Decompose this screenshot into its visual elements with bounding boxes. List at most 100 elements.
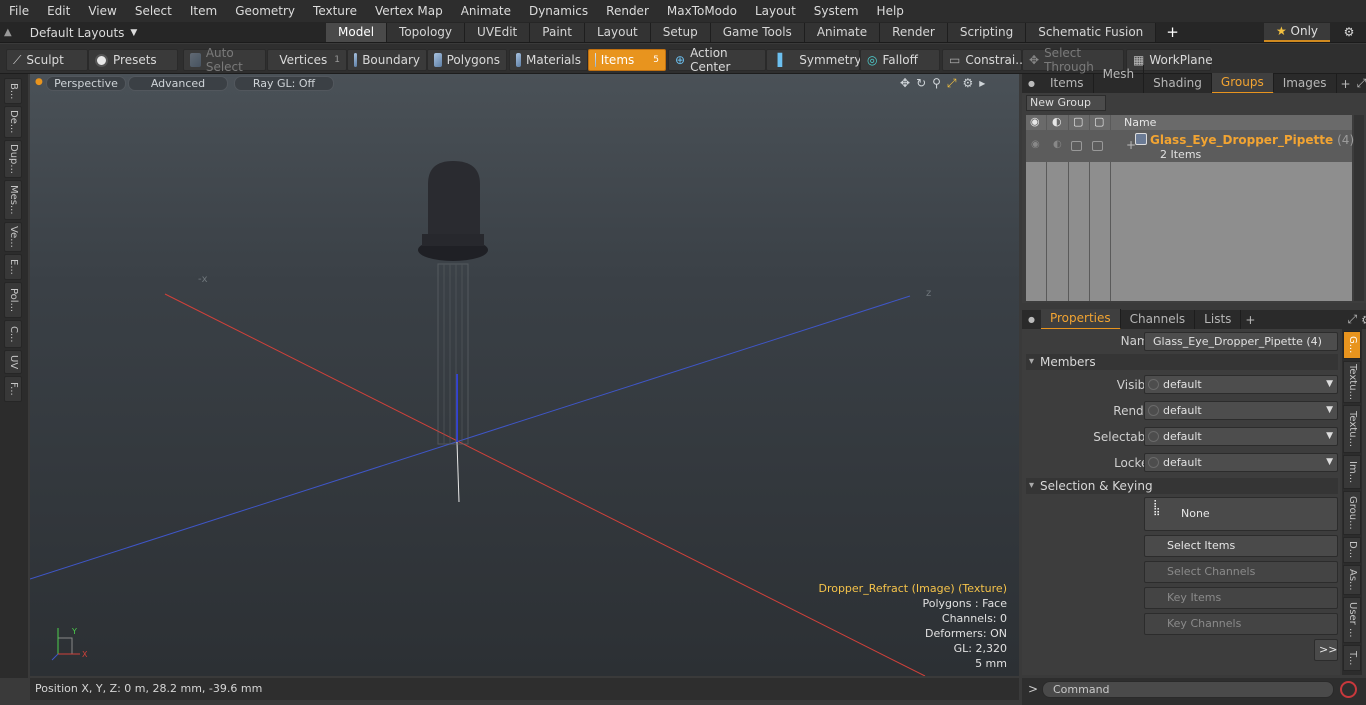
select-channels-button[interactable]: Select Channels bbox=[1144, 561, 1338, 583]
tab-paint[interactable]: Paint bbox=[530, 23, 585, 42]
row-lock-checkbox[interactable] bbox=[1071, 141, 1082, 151]
panel-menu-dot-icon[interactable]: ● bbox=[1022, 79, 1041, 88]
vtab-textu-1[interactable]: Textu... bbox=[1343, 361, 1361, 403]
only-toggle-button[interactable]: ★ Only bbox=[1264, 23, 1330, 42]
menu-animate[interactable]: Animate bbox=[452, 0, 520, 22]
tab-game-tools[interactable]: Game Tools bbox=[710, 23, 805, 42]
more-button[interactable]: >> bbox=[1314, 639, 1338, 661]
tab-setup[interactable]: Setup bbox=[650, 23, 711, 42]
add-panel-tab-icon[interactable]: + bbox=[1337, 77, 1355, 91]
vtab-g[interactable]: G... bbox=[1343, 331, 1361, 359]
command-input[interactable]: Command bbox=[1042, 681, 1334, 698]
menu-item[interactable]: Item bbox=[181, 0, 226, 22]
props-gear-icon[interactable]: ⚙ bbox=[1357, 313, 1366, 327]
falloff-button[interactable]: ◎ Falloff bbox=[860, 49, 940, 71]
select-items-button[interactable]: Select Items bbox=[1144, 535, 1338, 557]
menu-select[interactable]: Select bbox=[126, 0, 181, 22]
tab-groups[interactable]: Groups bbox=[1211, 73, 1274, 94]
presets-button[interactable]: Presets bbox=[88, 49, 178, 71]
left-tab-mes[interactable]: Mes... bbox=[4, 180, 22, 220]
symmetry-button[interactable]: ▐ Symmetry bbox=[766, 49, 861, 71]
layout-selector[interactable]: ▲ Default Layouts ▼ bbox=[4, 24, 137, 41]
render-icon[interactable]: ◐ bbox=[1052, 115, 1062, 128]
menu-geometry[interactable]: Geometry bbox=[226, 0, 304, 22]
menu-view[interactable]: View bbox=[79, 0, 125, 22]
action-center-button[interactable]: ⊕ Action Center bbox=[668, 46, 766, 74]
vtab-im[interactable]: Im... bbox=[1343, 455, 1361, 489]
advanced-button[interactable]: Advanced bbox=[128, 76, 228, 91]
members-section[interactable]: Members bbox=[1026, 354, 1338, 370]
menu-layout[interactable]: Layout bbox=[746, 0, 805, 22]
left-tab-ve[interactable]: Ve... bbox=[4, 222, 22, 252]
left-tab-de[interactable]: De... bbox=[4, 106, 22, 138]
new-group-button[interactable]: New Group bbox=[1026, 95, 1106, 111]
name-column-header[interactable]: Name bbox=[1124, 116, 1156, 129]
raygl-button[interactable]: Ray GL: Off bbox=[234, 76, 334, 91]
3d-viewport[interactable]: -x z ● Perspective Advanced Ray GL: Off … bbox=[30, 74, 1019, 676]
menu-edit[interactable]: Edit bbox=[38, 0, 79, 22]
visible-select[interactable]: default ▼ bbox=[1144, 375, 1338, 394]
vertices-button[interactable]: Vertices 1 bbox=[267, 49, 347, 71]
row-select-checkbox[interactable] bbox=[1092, 141, 1103, 151]
left-tab-c[interactable]: C... bbox=[4, 320, 22, 348]
left-tab-dup[interactable]: Dup... bbox=[4, 140, 22, 178]
tab-images[interactable]: Images bbox=[1274, 74, 1337, 93]
eye-icon[interactable]: ◉ bbox=[1030, 115, 1040, 128]
left-tab-b[interactable]: B... bbox=[4, 78, 22, 104]
add-props-tab-icon[interactable]: + bbox=[1241, 313, 1259, 327]
tab-properties[interactable]: Properties bbox=[1040, 309, 1121, 330]
left-tab-pol[interactable]: Pol... bbox=[4, 282, 22, 318]
menu-dynamics[interactable]: Dynamics bbox=[520, 0, 597, 22]
materials-button[interactable]: Materials bbox=[509, 49, 588, 71]
none-button[interactable]: ⠇ ⠿ None bbox=[1144, 497, 1338, 531]
row-render-icon[interactable]: ◐ bbox=[1053, 139, 1062, 150]
rotate-view-icon[interactable]: ↻ bbox=[916, 76, 926, 91]
name-field[interactable]: Glass_Eye_Dropper_Pipette (4) bbox=[1144, 332, 1338, 351]
lock-icon[interactable]: ▢ bbox=[1073, 115, 1083, 128]
polygons-button[interactable]: Polygons bbox=[427, 49, 507, 71]
left-tab-f[interactable]: F... bbox=[4, 376, 22, 402]
left-tab-uv[interactable]: UV bbox=[4, 350, 22, 374]
tab-animate[interactable]: Animate bbox=[804, 23, 881, 42]
fit-view-icon[interactable]: ⤢ bbox=[947, 76, 957, 91]
tab-schematic-fusion[interactable]: Schematic Fusion bbox=[1026, 23, 1157, 42]
viewport-expand-icon[interactable]: ▸ bbox=[979, 76, 985, 91]
vtab-t[interactable]: T... bbox=[1343, 645, 1361, 671]
key-items-button[interactable]: Key Items bbox=[1144, 587, 1338, 609]
props-menu-dot-icon[interactable]: ● bbox=[1022, 315, 1041, 324]
viewport-menu-dot-icon[interactable]: ● bbox=[35, 77, 43, 87]
row-visibility-icon[interactable]: ◉ bbox=[1031, 139, 1040, 150]
selection-keying-section[interactable]: Selection & Keying bbox=[1026, 478, 1338, 494]
render-select[interactable]: default ▼ bbox=[1144, 401, 1338, 420]
items-button[interactable]: Items 5 bbox=[588, 49, 666, 71]
menu-system[interactable]: System bbox=[805, 0, 868, 22]
key-channels-button[interactable]: Key Channels bbox=[1144, 613, 1338, 635]
selectable-select[interactable]: default ▼ bbox=[1144, 427, 1338, 446]
perspective-button[interactable]: Perspective bbox=[46, 76, 126, 91]
add-tab-plus-icon[interactable]: + bbox=[1156, 23, 1189, 42]
left-tab-e[interactable]: E... bbox=[4, 254, 22, 280]
vtab-grou[interactable]: Grou... bbox=[1343, 491, 1361, 535]
menu-vertex-map[interactable]: Vertex Map bbox=[366, 0, 452, 22]
constraints-button[interactable]: ▭ Constrai... bbox=[942, 49, 1027, 71]
zoom-view-icon[interactable]: ⚲ bbox=[932, 76, 941, 91]
vtab-user[interactable]: User ... bbox=[1343, 597, 1361, 643]
sculpt-button[interactable]: ⟋ Sculpt bbox=[6, 49, 88, 71]
tab-model[interactable]: Model bbox=[326, 23, 388, 42]
vtab-as[interactable]: As... bbox=[1343, 565, 1361, 595]
menu-file[interactable]: File bbox=[0, 0, 38, 22]
tab-shading[interactable]: Shading bbox=[1144, 74, 1212, 93]
tab-scripting[interactable]: Scripting bbox=[947, 23, 1027, 42]
group-name[interactable]: Glass_Eye_Dropper_Pipette (4) bbox=[1150, 133, 1354, 147]
tab-uvedit[interactable]: UVEdit bbox=[465, 23, 531, 42]
group-row[interactable]: ◉ ◐ + Glass_Eye_Dropper_Pipette (4) 2 Ite… bbox=[1026, 130, 1354, 162]
menu-help[interactable]: Help bbox=[868, 0, 913, 22]
menu-render[interactable]: Render bbox=[597, 0, 658, 22]
boundary-button[interactable]: Boundary bbox=[347, 49, 427, 71]
menu-texture[interactable]: Texture bbox=[304, 0, 366, 22]
locked-select[interactable]: default ▼ bbox=[1144, 453, 1338, 472]
tab-channels[interactable]: Channels bbox=[1121, 310, 1196, 329]
record-icon[interactable] bbox=[1340, 681, 1357, 698]
auto-select-button[interactable]: Auto Select bbox=[183, 46, 266, 74]
expand-panel-icon[interactable]: ⤢ bbox=[1355, 76, 1366, 91]
